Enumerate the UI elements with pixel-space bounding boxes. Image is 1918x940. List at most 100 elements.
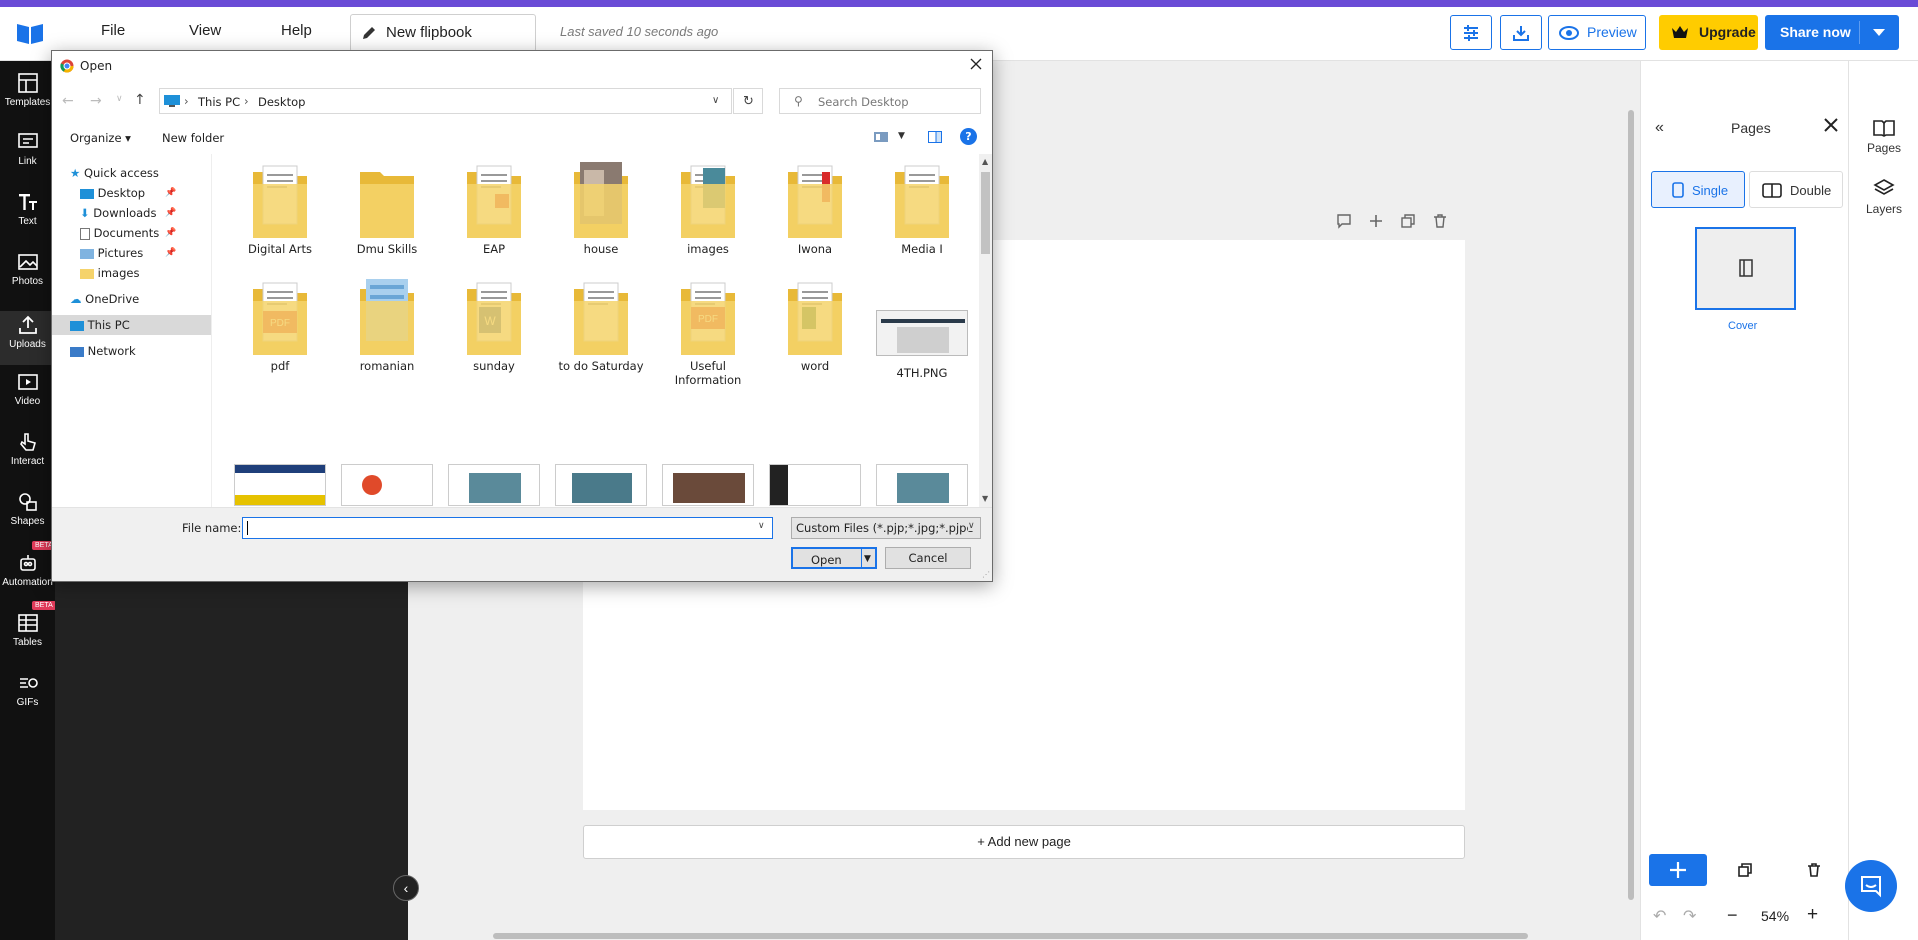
collapse-panel-button[interactable]: ‹ <box>393 875 419 901</box>
open-dropdown-icon[interactable]: ▼ <box>864 549 871 569</box>
organize-button[interactable]: Organize ▾ <box>70 131 131 145</box>
chevron-down-icon[interactable] <box>1873 29 1885 36</box>
nav-quick-access[interactable]: ★ Quick access <box>70 163 159 183</box>
nav-this-pc[interactable]: This PC <box>52 315 211 335</box>
double-chevron-left-icon[interactable]: « <box>1655 119 1664 137</box>
help-icon[interactable]: ? <box>960 128 977 145</box>
up-arrow-icon[interactable]: ↑ <box>134 92 146 108</box>
menu-view[interactable]: View <box>189 22 221 39</box>
scroll-thumb[interactable] <box>981 172 990 254</box>
sidebar-item-photos[interactable]: Photos <box>0 251 55 287</box>
sidebar-item-templates[interactable]: Templates <box>0 72 55 108</box>
sidebar-item-link[interactable]: Link <box>0 131 55 167</box>
file-item-thumbnail[interactable] <box>234 464 326 506</box>
redo-icon[interactable]: ↷ <box>1683 906 1696 926</box>
forward-arrow-icon[interactable]: → <box>90 93 102 109</box>
search-box[interactable]: ⚲ Search Desktop <box>779 88 981 114</box>
nav-onedrive[interactable]: ☁ OneDrive <box>70 289 139 309</box>
comment-icon[interactable] <box>1336 213 1352 229</box>
trash-icon[interactable] <box>1432 213 1448 229</box>
file-item-folder[interactable]: romanian <box>334 277 440 373</box>
sidebar-item-text[interactable]: Text <box>0 191 55 227</box>
chat-support-button[interactable] <box>1845 860 1897 912</box>
double-view-button[interactable]: Double <box>1749 171 1843 208</box>
sidebar-item-shapes[interactable]: Shapes <box>0 491 55 527</box>
flipbook-title-field[interactable]: New flipbook <box>350 14 536 52</box>
single-view-button[interactable]: Single <box>1651 171 1745 208</box>
duplicate-page-icon[interactable] <box>1737 862 1753 878</box>
file-item-folder[interactable]: PDF pdf <box>227 277 333 373</box>
horizontal-scrollbar[interactable] <box>493 933 1528 939</box>
upgrade-button[interactable]: Upgrade <box>1659 15 1758 50</box>
file-item-folder[interactable]: EAP <box>441 160 547 256</box>
cancel-button[interactable]: Cancel <box>885 547 971 569</box>
close-icon[interactable] <box>1824 118 1838 132</box>
menu-file[interactable]: File <box>101 22 125 39</box>
file-item-image[interactable]: 4TH.PNG <box>869 277 975 380</box>
file-item-thumbnail[interactable] <box>555 464 647 506</box>
download-button[interactable] <box>1500 15 1542 50</box>
breadcrumb-this-pc[interactable]: This PC <box>198 95 240 109</box>
nav-pictures[interactable]: Pictures <box>80 243 143 263</box>
cover-thumbnail[interactable] <box>1695 227 1796 310</box>
file-name-dropdown-icon[interactable]: ∨ <box>758 521 765 531</box>
sidebar-item-gifs[interactable]: GIFs <box>0 672 55 708</box>
rightbar-item-layers[interactable]: Layers <box>1849 178 1918 216</box>
nav-documents[interactable]: Documents <box>80 223 159 243</box>
delete-page-icon[interactable] <box>1806 862 1822 878</box>
sidebar-item-video[interactable]: Video <box>0 371 55 407</box>
file-type-filter[interactable]: Custom Files (*.pjp;*.jpg;*.pjpe ∨ <box>791 517 981 539</box>
nav-desktop[interactable]: Desktop <box>80 183 145 203</box>
refresh-button[interactable]: ↻ <box>733 88 763 114</box>
address-bar[interactable]: › This PC › Desktop ∨ <box>159 88 732 114</box>
nav-downloads[interactable]: ⬇ Downloads <box>80 203 156 223</box>
address-dropdown-icon[interactable]: ∨ <box>712 95 719 106</box>
preview-button[interactable]: Preview <box>1548 15 1646 50</box>
file-item-folder[interactable]: word <box>762 277 868 373</box>
settings-button[interactable] <box>1450 15 1492 50</box>
file-item-folder[interactable]: Iwona <box>762 160 868 256</box>
recent-chevron-icon[interactable]: ∨ <box>116 94 123 104</box>
file-item-thumbnail[interactable] <box>662 464 754 506</box>
scroll-up-icon[interactable]: ▲ <box>982 157 988 166</box>
add-new-page-button[interactable]: + Add new page <box>583 825 1465 859</box>
add-page-button[interactable] <box>1649 854 1707 886</box>
plus-icon[interactable] <box>1368 213 1384 229</box>
view-dropdown-icon[interactable]: ▼ <box>898 131 905 141</box>
file-item-thumbnail[interactable] <box>448 464 540 506</box>
scroll-down-icon[interactable]: ▼ <box>982 494 988 503</box>
file-list-scrollbar[interactable]: ▲ ▼ <box>979 154 992 507</box>
back-arrow-icon[interactable]: ← <box>62 93 74 109</box>
preview-pane-icon[interactable] <box>928 131 942 143</box>
zoom-in-icon[interactable]: + <box>1807 904 1818 926</box>
file-item-folder[interactable]: images <box>655 160 761 256</box>
rightbar-item-pages[interactable]: Pages <box>1849 119 1918 155</box>
filter-dropdown-icon[interactable]: ∨ <box>968 521 975 531</box>
breadcrumb-desktop[interactable]: Desktop <box>258 95 305 109</box>
dialog-titlebar[interactable]: Open <box>52 51 992 81</box>
sidebar-item-uploads[interactable]: Uploads <box>0 311 55 365</box>
close-icon[interactable] <box>970 58 982 70</box>
sidebar-item-tables[interactable]: Tables <box>0 612 55 648</box>
app-logo-icon[interactable] <box>15 20 45 46</box>
file-item-folder[interactable]: PDF Useful Information <box>655 277 761 387</box>
file-item-folder[interactable]: Dmu Skills <box>334 160 440 256</box>
file-item-folder[interactable]: W sunday <box>441 277 547 373</box>
duplicate-icon[interactable] <box>1400 213 1416 229</box>
file-item-folder[interactable]: house <box>548 160 654 256</box>
resize-grip-icon[interactable]: ⋰ <box>982 570 990 579</box>
file-name-input[interactable]: ∨ <box>242 517 773 539</box>
new-folder-button[interactable]: New folder <box>162 131 224 145</box>
undo-icon[interactable]: ↶ <box>1653 906 1666 926</box>
sidebar-item-automation[interactable]: Automation <box>0 552 55 588</box>
nav-images[interactable]: images <box>80 263 139 283</box>
view-options-icon[interactable] <box>874 131 888 143</box>
zoom-out-icon[interactable]: − <box>1727 905 1738 926</box>
file-item-folder[interactable]: Media I <box>869 160 975 256</box>
share-button[interactable]: Share now <box>1765 15 1899 50</box>
file-item-folder[interactable]: to do Saturday <box>548 277 654 373</box>
sidebar-item-interact[interactable]: Interact <box>0 431 55 467</box>
nav-network[interactable]: Network <box>70 341 136 361</box>
file-item-thumbnail[interactable] <box>341 464 433 506</box>
file-item-thumbnail[interactable] <box>769 464 861 506</box>
